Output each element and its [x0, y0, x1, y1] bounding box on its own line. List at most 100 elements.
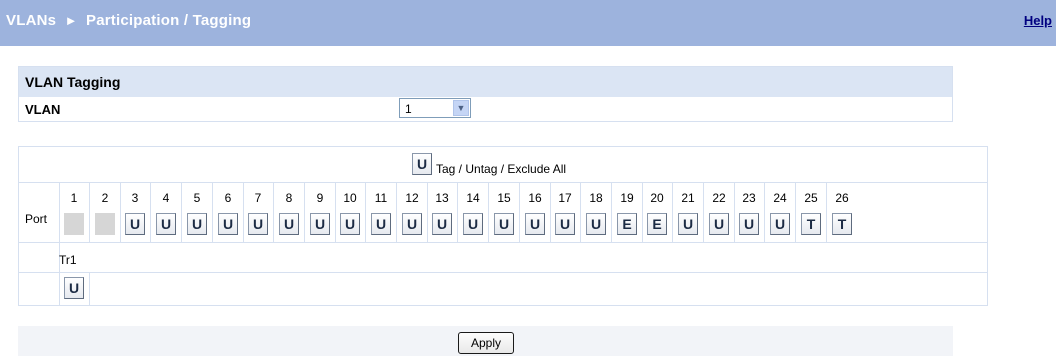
- breadcrumb-arrow-icon: ►: [64, 13, 78, 28]
- help-link[interactable]: Help: [1024, 13, 1052, 28]
- grid-divider: [764, 182, 765, 242]
- port-24-tag-button[interactable]: U: [770, 213, 790, 235]
- vlan-select-value: 1: [405, 102, 412, 116]
- page-header: VLANs ► Participation / Tagging Help: [0, 0, 1056, 46]
- grid-divider: [611, 182, 612, 242]
- grid-divider: [304, 182, 305, 242]
- port-19-tag-button[interactable]: E: [617, 213, 637, 235]
- chevron-down-icon[interactable]: ▼: [453, 100, 469, 116]
- port-number: 11: [374, 191, 388, 205]
- port-number: 15: [497, 191, 511, 205]
- port-number: 25: [804, 191, 818, 205]
- port-number: 18: [589, 191, 603, 205]
- port-15-tag-button[interactable]: U: [494, 213, 514, 235]
- port-number: 26: [835, 191, 849, 205]
- grid-divider: [488, 182, 489, 242]
- port-18-tag-button[interactable]: U: [586, 213, 606, 235]
- port-number: 2: [101, 191, 109, 205]
- grid-divider: [19, 242, 987, 243]
- port-number: 4: [162, 191, 170, 205]
- grid-divider: [89, 182, 90, 242]
- port-tagging-grid: U Tag / Untag / Exclude All Port Tr1 U 1…: [18, 146, 988, 306]
- port-3-tag-button[interactable]: U: [125, 213, 145, 235]
- apply-bar: Apply: [18, 326, 953, 356]
- port-26-tag-button[interactable]: T: [832, 213, 852, 235]
- port-number: 17: [558, 191, 572, 205]
- port-number: 14: [466, 191, 480, 205]
- grid-divider: [519, 182, 520, 242]
- grid-divider: [59, 182, 60, 306]
- apply-button[interactable]: Apply: [458, 332, 514, 354]
- port-number: 12: [405, 191, 419, 205]
- port-number: 19: [620, 191, 634, 205]
- port-21-tag-button[interactable]: U: [678, 213, 698, 235]
- port-number: 5: [193, 191, 201, 205]
- port-12-tag-button[interactable]: U: [402, 213, 422, 235]
- breadcrumb-current: Participation / Tagging: [86, 12, 252, 29]
- grid-divider: [457, 182, 458, 242]
- port-11-tag-button[interactable]: U: [371, 213, 391, 235]
- port-number: 22: [712, 191, 726, 205]
- port-2-tag-button: [95, 213, 115, 235]
- grid-divider: [243, 182, 244, 242]
- grid-divider: [672, 182, 673, 242]
- grid-divider: [826, 182, 827, 242]
- grid-divider: [795, 182, 796, 242]
- tag-untag-exclude-all-label: Tag / Untag / Exclude All: [436, 162, 567, 176]
- port-number: 6: [224, 191, 232, 205]
- grid-divider: [120, 182, 121, 242]
- grid-divider: [212, 182, 213, 242]
- grid-divider: [365, 182, 366, 242]
- port-number: 13: [435, 191, 449, 205]
- grid-divider: [642, 182, 643, 242]
- port-number: 9: [316, 191, 324, 205]
- page-title: VLANs ► Participation / Tagging: [6, 12, 251, 29]
- port-5-tag-button[interactable]: U: [187, 213, 207, 235]
- port-6-tag-button[interactable]: U: [218, 213, 238, 235]
- port-number: 21: [681, 191, 695, 205]
- grid-divider: [427, 182, 428, 242]
- grid-divider: [335, 182, 336, 242]
- port-7-tag-button[interactable]: U: [248, 213, 268, 235]
- port-14-tag-button[interactable]: U: [463, 213, 483, 235]
- trunk-label: Tr1: [59, 253, 77, 267]
- port-10-tag-button[interactable]: U: [340, 213, 360, 235]
- trunk-tag-button[interactable]: U: [64, 277, 84, 299]
- port-label: Port: [25, 212, 48, 226]
- port-number: 8: [285, 191, 293, 205]
- port-number: 7: [254, 191, 262, 205]
- port-23-tag-button[interactable]: U: [739, 213, 759, 235]
- port-9-tag-button[interactable]: U: [310, 213, 330, 235]
- grid-divider: [150, 182, 151, 242]
- vlan-tagging-panel: VLAN Tagging VLAN 1 ▼: [18, 66, 953, 122]
- port-16-tag-button[interactable]: U: [525, 213, 545, 235]
- port-number: 10: [343, 191, 357, 205]
- port-13-tag-button[interactable]: U: [432, 213, 452, 235]
- port-8-tag-button[interactable]: U: [279, 213, 299, 235]
- port-number: 1: [70, 191, 78, 205]
- grid-divider: [396, 182, 397, 242]
- grid-divider: [89, 272, 90, 306]
- grid-divider: [181, 182, 182, 242]
- grid-divider: [703, 182, 704, 242]
- grid-divider: [734, 182, 735, 242]
- port-25-tag-button[interactable]: T: [801, 213, 821, 235]
- grid-divider: [580, 182, 581, 242]
- tag-untag-exclude-all-button[interactable]: U: [412, 153, 432, 175]
- port-number: 24: [773, 191, 787, 205]
- port-number: 16: [528, 191, 542, 205]
- port-number: 20: [650, 191, 664, 205]
- grid-divider: [550, 182, 551, 242]
- port-20-tag-button[interactable]: E: [647, 213, 667, 235]
- port-number: 3: [131, 191, 139, 205]
- vlan-label: VLAN: [25, 102, 61, 117]
- vlan-select[interactable]: 1 ▼: [399, 98, 471, 118]
- port-4-tag-button[interactable]: U: [156, 213, 176, 235]
- grid-divider: [19, 182, 987, 183]
- port-17-tag-button[interactable]: U: [555, 213, 575, 235]
- grid-divider: [273, 182, 274, 242]
- port-1-tag-button: [64, 213, 84, 235]
- breadcrumb-vlans: VLANs: [6, 12, 57, 29]
- section-title: VLAN Tagging: [19, 67, 952, 97]
- port-22-tag-button[interactable]: U: [709, 213, 729, 235]
